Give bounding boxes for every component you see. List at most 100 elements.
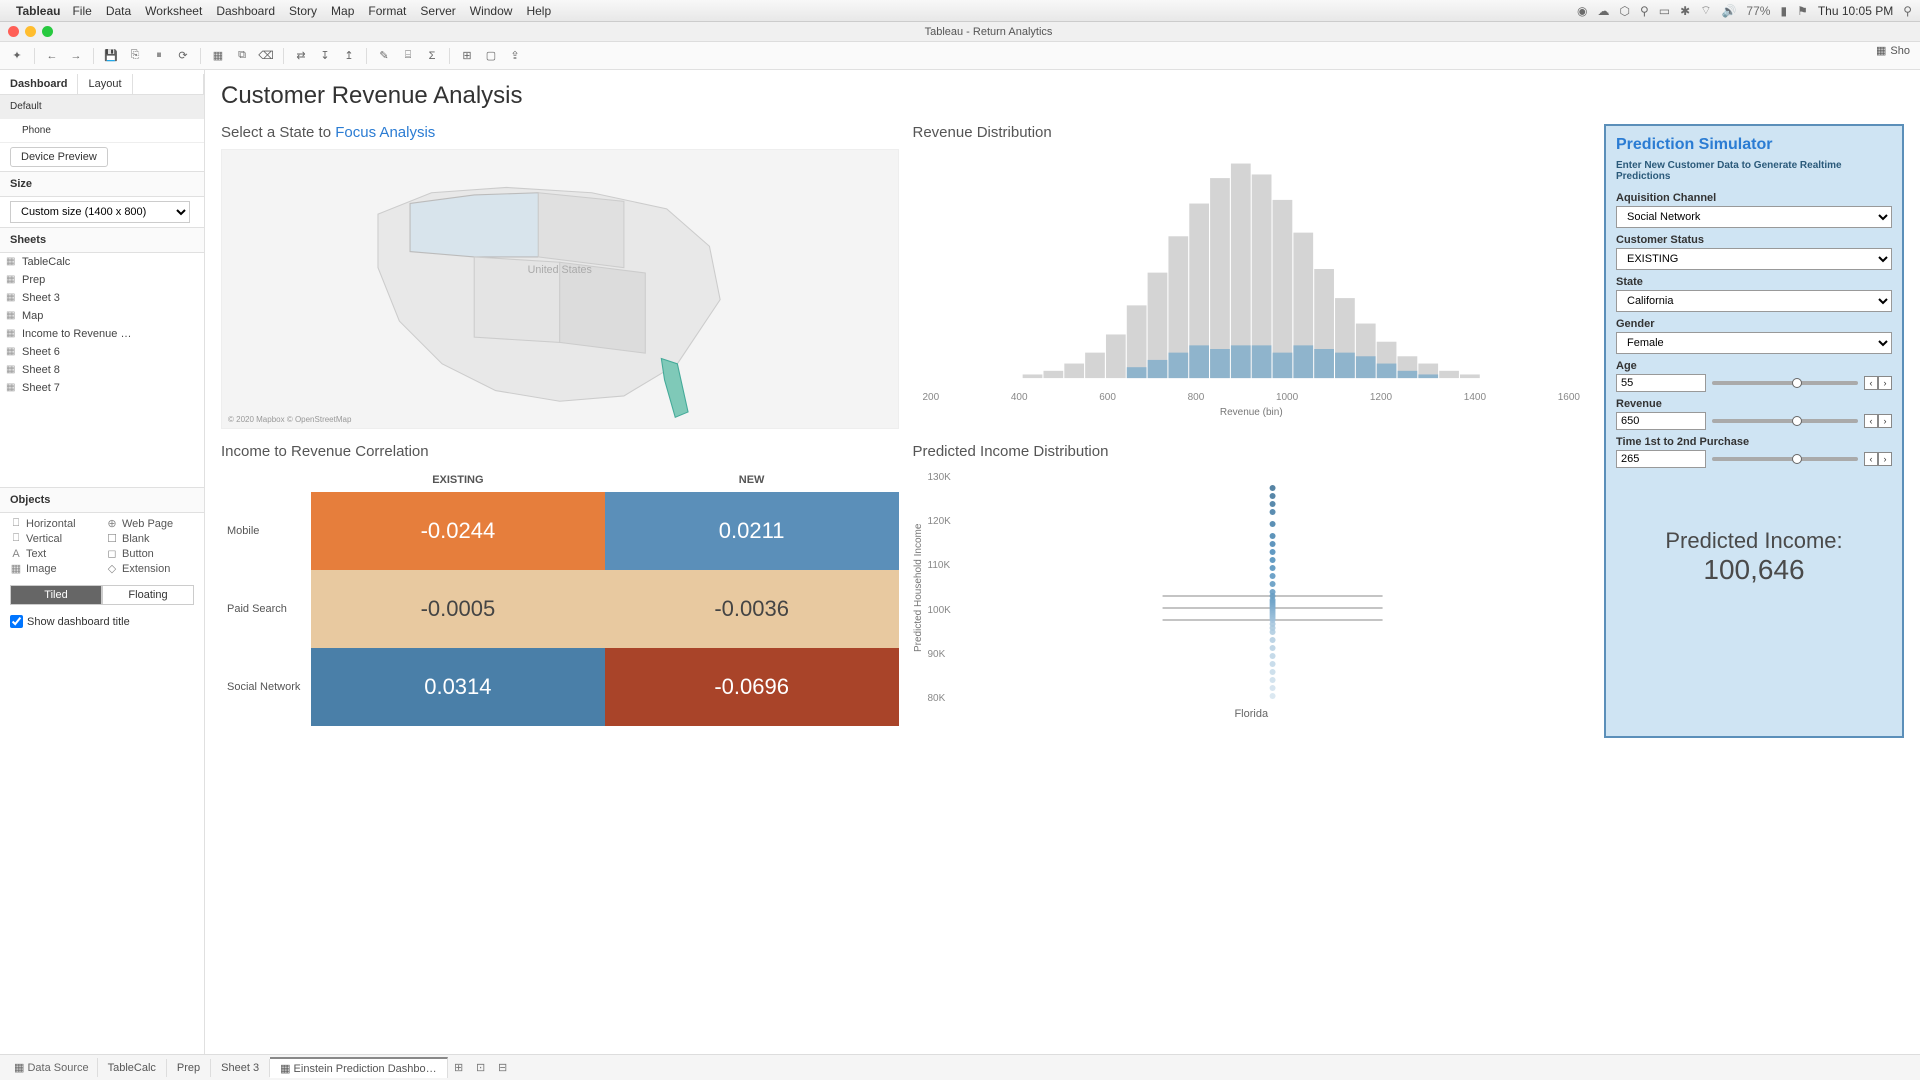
menu-map[interactable]: Map — [331, 4, 354, 18]
object-text[interactable]: AText — [10, 547, 98, 560]
show-title-checkbox-row[interactable]: Show dashboard title — [0, 611, 204, 632]
age-step-up[interactable]: › — [1878, 376, 1892, 390]
gender-select[interactable]: Female — [1616, 332, 1892, 354]
object-extension[interactable]: ◇Extension — [106, 562, 194, 575]
menu-help[interactable]: Help — [526, 4, 551, 18]
bluetooth-icon[interactable]: ✱ — [1680, 4, 1690, 18]
sheet-item[interactable]: TableCalc — [0, 253, 204, 271]
show-title-checkbox[interactable] — [10, 615, 23, 628]
menu-server[interactable]: Server — [420, 4, 455, 18]
share-button[interactable]: ⇪ — [504, 46, 526, 66]
app-name[interactable]: Tableau — [16, 4, 60, 18]
object-button[interactable]: ◻Button — [106, 547, 194, 560]
menu-worksheet[interactable]: Worksheet — [145, 4, 202, 18]
search-icon[interactable]: ⚲ — [1640, 4, 1649, 18]
revenue-step-up[interactable]: › — [1878, 414, 1892, 428]
menu-window[interactable]: Window — [470, 4, 513, 18]
sheet-item[interactable]: Sheet 8 — [0, 361, 204, 379]
sheet-item[interactable]: Sheet 7 — [0, 379, 204, 397]
map-viz[interactable]: United States © 2020 Mapbox © OpenStreet… — [221, 149, 899, 429]
close-window-button[interactable] — [8, 26, 19, 37]
aq-channel-select[interactable]: Social Network — [1616, 206, 1892, 228]
forward-button[interactable]: → — [65, 46, 87, 66]
spotlight-icon[interactable]: ⚲ — [1903, 4, 1912, 18]
sheet-item[interactable]: Prep — [0, 271, 204, 289]
display-icon[interactable]: ▭ — [1659, 4, 1670, 18]
size-select[interactable]: Custom size (1400 x 800) — [10, 201, 190, 223]
wifi-icon[interactable]: ⌔ — [1700, 3, 1711, 18]
new-worksheet-tab-button[interactable]: ⊞ — [448, 1061, 470, 1074]
map-card[interactable]: Select a State to Focus Analysis United … — [221, 124, 899, 429]
object-horizontal[interactable]: ⎕Horizontal — [10, 517, 98, 530]
menu-file[interactable]: File — [72, 4, 91, 18]
sheet-tab[interactable]: Prep — [167, 1059, 211, 1077]
back-button[interactable]: ← — [41, 46, 63, 66]
correlation-card[interactable]: Income to Revenue Correlation EXISTING N… — [221, 443, 899, 738]
new-datasource-button[interactable]: ⎘ — [124, 46, 146, 66]
state-select[interactable]: California — [1616, 290, 1892, 312]
sheet-item[interactable]: Income to Revenue … — [0, 325, 204, 343]
customer-status-select[interactable]: EXISTING — [1616, 248, 1892, 270]
new-worksheet-button[interactable]: ▦ — [207, 46, 229, 66]
sheet-item[interactable]: Sheet 6 — [0, 343, 204, 361]
new-story-tab-button[interactable]: ⊟ — [492, 1061, 514, 1074]
histogram-viz[interactable]: 200 400 600 800 1000 1200 1400 1600 Reve… — [913, 149, 1591, 429]
refresh-button[interactable]: ⟳ — [172, 46, 194, 66]
object-vertical[interactable]: ⎕Vertical — [10, 532, 98, 545]
presentation-button[interactable]: ▢ — [480, 46, 502, 66]
histogram-card[interactable]: Revenue Distribution 200 400 600 800 100… — [913, 124, 1591, 429]
datasource-tab[interactable]: ▦ Data Source — [6, 1058, 98, 1077]
globe-icon[interactable]: ◉ — [1577, 4, 1587, 18]
sheet-item[interactable]: Sheet 3 — [0, 289, 204, 307]
object-image[interactable]: ▦Image — [10, 562, 98, 575]
battery-percent[interactable]: 77% — [1746, 4, 1770, 18]
show-me-button[interactable]: ▦Sho — [1876, 44, 1910, 57]
age-slider[interactable] — [1712, 381, 1858, 385]
menu-data[interactable]: Data — [106, 4, 131, 18]
menu-dashboard[interactable]: Dashboard — [216, 4, 275, 18]
zoom-window-button[interactable] — [42, 26, 53, 37]
time-step-down[interactable]: ‹ — [1864, 452, 1878, 466]
sheet-tab[interactable]: Sheet 3 — [211, 1059, 270, 1077]
dropbox-icon[interactable]: ⬡ — [1620, 4, 1630, 18]
totals-button[interactable]: Σ — [421, 46, 443, 66]
pause-button[interactable]: ⏸ — [148, 46, 170, 66]
duplicate-button[interactable]: ⧉ — [231, 46, 253, 66]
save-button[interactable]: 💾 — [100, 46, 122, 66]
scatter-card[interactable]: Predicted Income Distribution Predicted … — [913, 443, 1591, 738]
group-button[interactable]: ⌸ — [397, 46, 419, 66]
device-default[interactable]: Default — [0, 95, 204, 119]
new-dashboard-tab-button[interactable]: ⊡ — [470, 1061, 492, 1074]
time-slider[interactable] — [1712, 457, 1858, 461]
sheet-tab-active[interactable]: ▦ Einstein Prediction Dashbo… — [270, 1057, 448, 1078]
cloud-icon[interactable]: ☁ — [1598, 4, 1610, 18]
volume-icon[interactable]: 🔊 — [1721, 4, 1736, 18]
revenue-step-down[interactable]: ‹ — [1864, 414, 1878, 428]
sheet-item[interactable]: Map — [0, 307, 204, 325]
sort-desc-button[interactable]: ↥ — [338, 46, 360, 66]
highlight-button[interactable]: ✎ — [373, 46, 395, 66]
age-step-down[interactable]: ‹ — [1864, 376, 1878, 390]
time-step-up[interactable]: › — [1878, 452, 1892, 466]
scatter-viz[interactable]: Predicted Household Income 130K 120K 110… — [913, 468, 1591, 738]
menu-format[interactable]: Format — [368, 4, 406, 18]
device-phone[interactable]: Phone — [0, 119, 204, 143]
object-webpage[interactable]: ⊕Web Page — [106, 517, 194, 530]
flag-icon[interactable]: ⚑ — [1797, 4, 1808, 18]
object-blank[interactable]: ☐Blank — [106, 532, 194, 545]
sort-asc-button[interactable]: ↧ — [314, 46, 336, 66]
age-input[interactable] — [1616, 374, 1706, 392]
tab-dashboard[interactable]: Dashboard — [0, 74, 78, 94]
revenue-input[interactable] — [1616, 412, 1706, 430]
battery-icon[interactable]: ▮ — [1780, 4, 1787, 18]
minimize-window-button[interactable] — [25, 26, 36, 37]
time-input[interactable] — [1616, 450, 1706, 468]
device-preview-button[interactable]: Device Preview — [10, 147, 108, 167]
tab-layout[interactable]: Layout — [78, 74, 132, 94]
menubar-clock[interactable]: Thu 10:05 PM — [1818, 4, 1893, 18]
clear-button[interactable]: ⌫ — [255, 46, 277, 66]
swap-button[interactable]: ⇄ — [290, 46, 312, 66]
tableau-logo-icon[interactable]: ✦ — [6, 46, 28, 66]
revenue-slider[interactable] — [1712, 419, 1858, 423]
fit-dropdown[interactable]: ⊞ — [456, 46, 478, 66]
